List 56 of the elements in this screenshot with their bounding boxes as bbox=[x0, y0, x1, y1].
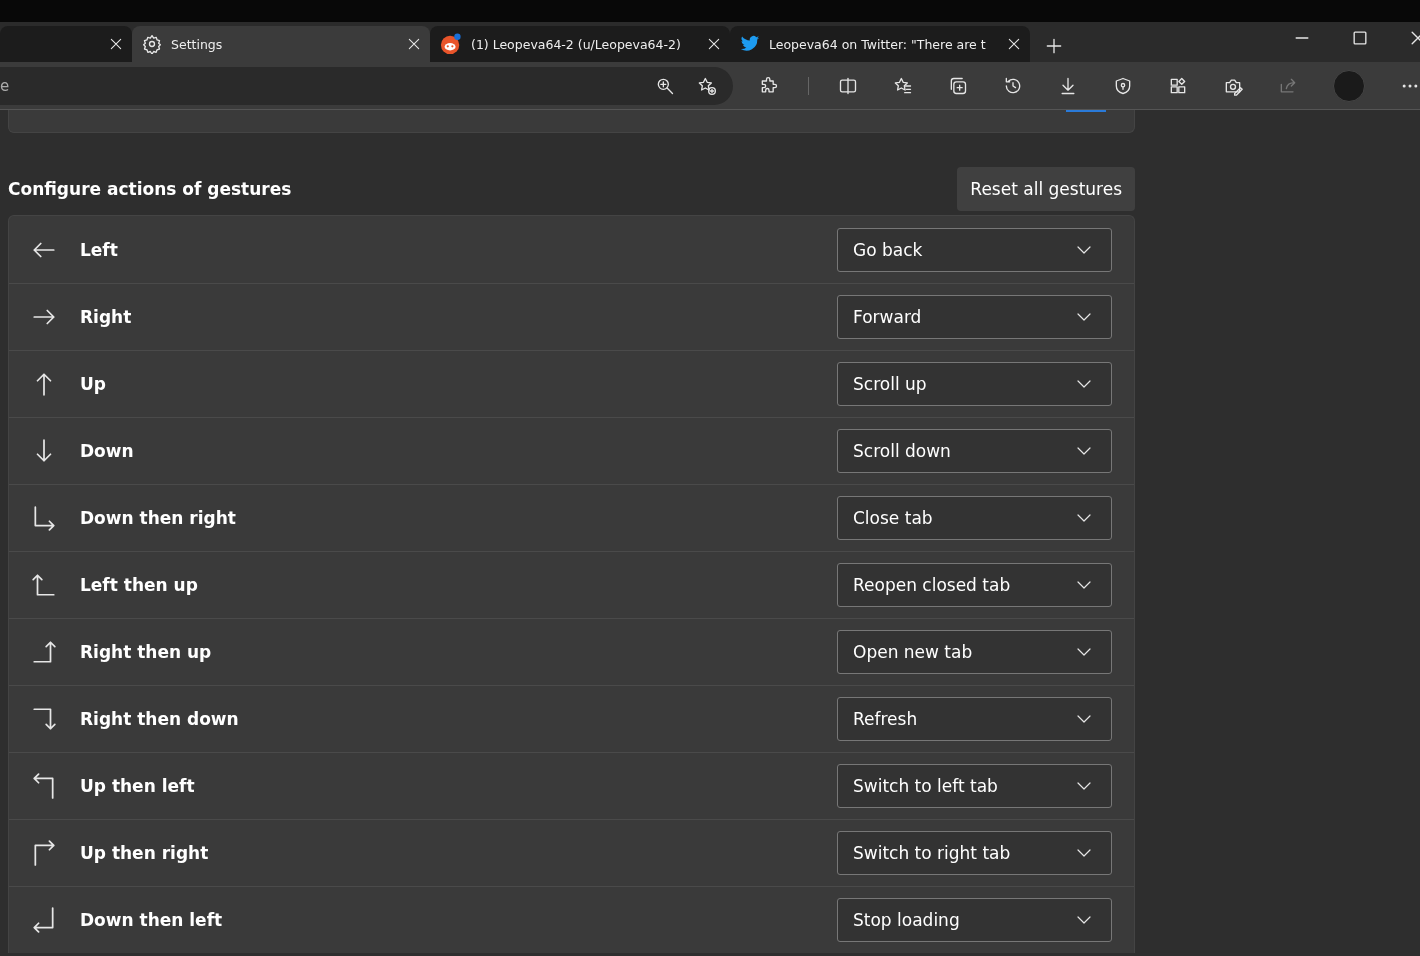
action-dropdown[interactable]: Switch to right tab bbox=[837, 831, 1112, 875]
action-dropdown[interactable]: Close tab bbox=[837, 496, 1112, 540]
gesture-label: Up then left bbox=[80, 776, 196, 796]
address-text: e bbox=[0, 76, 11, 95]
up-right-arrow-icon bbox=[31, 840, 57, 866]
browser-tab[interactable]: (1) Leopeva64-2 (u/Leopeva64-2) bbox=[430, 26, 730, 62]
gesture-label: Down bbox=[80, 441, 135, 461]
left-up-arrow-icon bbox=[31, 572, 57, 598]
tab-title: Settings bbox=[171, 36, 224, 52]
gesture-label: Left bbox=[80, 239, 119, 260]
down-right-arrow-icon bbox=[31, 505, 57, 531]
action-dropdown[interactable]: Switch to left tab bbox=[837, 764, 1112, 808]
action-dropdown[interactable]: Scroll up bbox=[837, 362, 1112, 406]
collections-icon[interactable] bbox=[948, 75, 968, 96]
action-dropdown[interactable]: Scroll down bbox=[837, 429, 1112, 473]
gesture-label: Up then right bbox=[80, 843, 210, 863]
close-icon bbox=[406, 36, 422, 52]
split-screen-icon[interactable] bbox=[838, 75, 858, 96]
bird-icon bbox=[740, 35, 760, 53]
browser-tab[interactable]: Leopeva64 on Twitter: "There are t bbox=[730, 26, 1030, 62]
gear-icon bbox=[142, 34, 162, 54]
tab-title: (1) Leopeva64-2 (u/Leopeva64-2) bbox=[471, 36, 682, 52]
apps-icon[interactable] bbox=[1168, 75, 1188, 96]
action-dropdown[interactable]: Refresh bbox=[837, 697, 1112, 741]
gesture-label: Right bbox=[80, 307, 133, 327]
gesture-label: Right then down bbox=[80, 709, 240, 729]
action-dropdown[interactable]: Open new tab bbox=[837, 630, 1112, 674]
gesture-label: Right then up bbox=[80, 642, 213, 662]
gesture-label: Down then left bbox=[80, 910, 224, 930]
down-left-arrow-icon bbox=[31, 907, 57, 933]
right-down-arrow-icon bbox=[31, 706, 57, 732]
favorites-icon[interactable] bbox=[893, 75, 913, 96]
up-left-arrow-icon bbox=[31, 773, 57, 799]
reset-button[interactable]: Reset all gestures bbox=[957, 166, 1135, 211]
right-up-arrow-icon bbox=[31, 639, 57, 665]
close-icon bbox=[108, 36, 124, 52]
favorite-add-icon[interactable] bbox=[697, 75, 717, 96]
section-title: Configure actions of gestures bbox=[8, 178, 292, 199]
action-dropdown[interactable]: Reopen closed tab bbox=[837, 563, 1112, 607]
focus-underline bbox=[1066, 110, 1106, 112]
history-icon[interactable] bbox=[1003, 75, 1023, 96]
action-dropdown[interactable]: Go back bbox=[837, 227, 1112, 272]
shield-icon[interactable] bbox=[1113, 75, 1133, 96]
gesture-label: Down then right bbox=[80, 508, 237, 528]
tab-title: Leopeva64 on Twitter: "There are t bbox=[769, 36, 987, 52]
close-icon bbox=[1006, 36, 1022, 52]
close-icon bbox=[706, 36, 722, 52]
browser-tab[interactable]: Settings bbox=[132, 26, 430, 62]
gesture-label: Up bbox=[80, 374, 107, 394]
action-dropdown[interactable]: Forward bbox=[837, 295, 1112, 339]
extensions-icon[interactable] bbox=[759, 75, 779, 96]
gesture-label: Left then up bbox=[80, 575, 199, 595]
alien-face-icon bbox=[440, 33, 462, 55]
action-dropdown[interactable]: Stop loading bbox=[837, 898, 1112, 942]
new-tab-icon[interactable] bbox=[1044, 36, 1064, 56]
address-bar[interactable]: e bbox=[0, 66, 733, 105]
